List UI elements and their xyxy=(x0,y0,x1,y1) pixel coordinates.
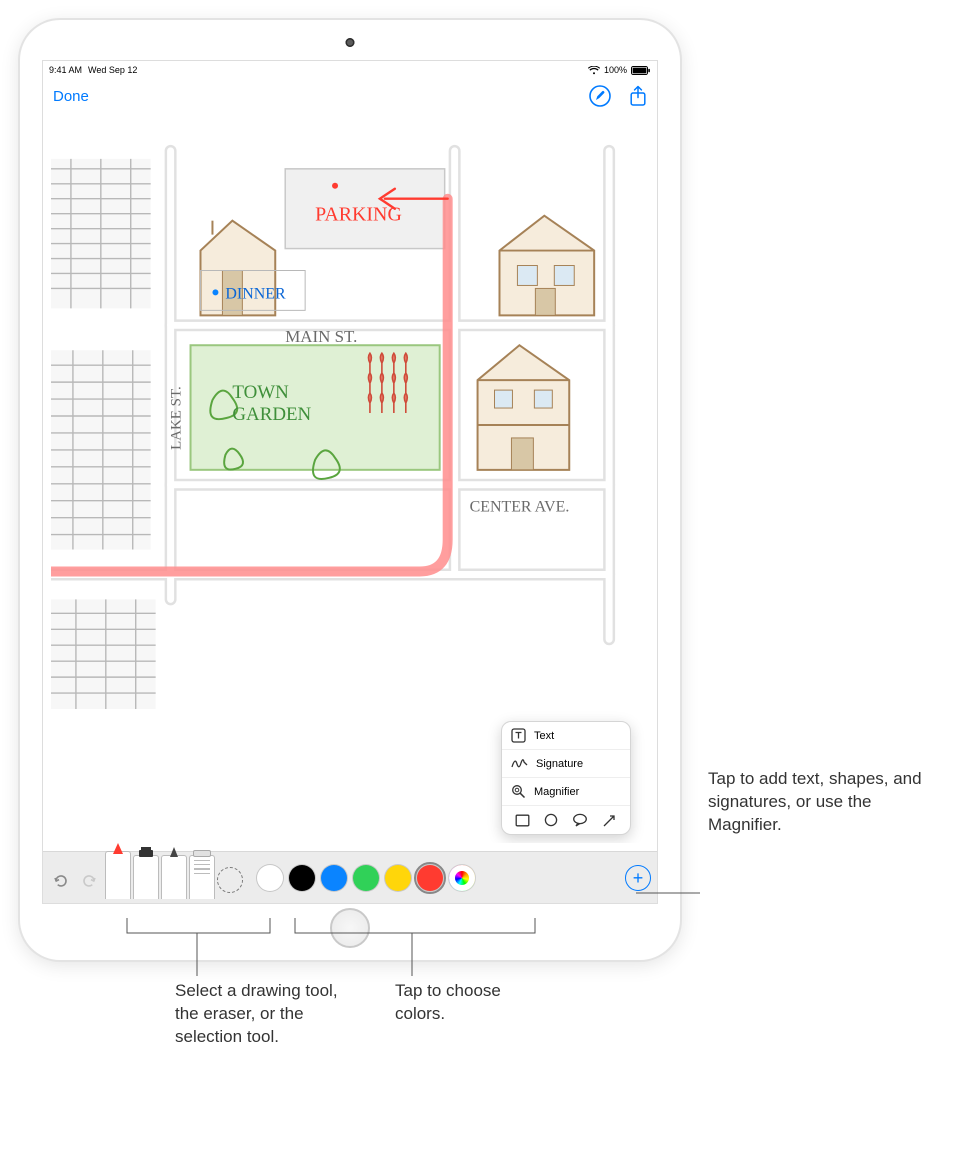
status-battery-text: 100% xyxy=(604,65,627,75)
popover-shape-arrow[interactable] xyxy=(602,813,617,828)
callout-colors: Tap to choose colors. xyxy=(395,980,545,1026)
done-button[interactable]: Done xyxy=(53,88,89,105)
popover-item-text[interactable]: Text xyxy=(502,722,630,750)
popover-label: Text xyxy=(534,730,554,742)
popover-item-signature[interactable]: Signature xyxy=(502,750,630,778)
color-swatch[interactable] xyxy=(353,865,379,891)
sketch-label-town: TOWN xyxy=(232,382,289,403)
color-swatch[interactable] xyxy=(257,865,283,891)
popover-shape-circle[interactable] xyxy=(544,813,558,827)
status-bar: 9:41 AM Wed Sep 12 100% xyxy=(43,61,657,79)
ipad-device-frame: 9:41 AM Wed Sep 12 100% Done xyxy=(20,20,680,960)
color-swatch[interactable] xyxy=(417,865,443,891)
status-time: 9:41 AM xyxy=(49,65,82,75)
color-swatch[interactable] xyxy=(289,865,315,891)
add-object-popover: Text Signature Magnifier xyxy=(501,721,631,835)
color-wheel-button[interactable] xyxy=(449,865,475,891)
sketch-label-parking: PARKING xyxy=(315,204,402,226)
markup-toolbar: + xyxy=(43,851,657,903)
device-camera xyxy=(346,38,355,47)
tool-marker[interactable] xyxy=(105,851,131,899)
share-icon[interactable] xyxy=(629,85,647,107)
home-button[interactable] xyxy=(330,908,370,948)
status-date: Wed Sep 12 xyxy=(88,65,137,75)
sketch-label-main-st: MAIN ST. xyxy=(285,327,357,346)
callout-add-object: Tap to add text, shapes, and signatures,… xyxy=(708,768,938,837)
screen: 9:41 AM Wed Sep 12 100% Done xyxy=(42,60,658,904)
color-group xyxy=(257,865,475,891)
tool-eraser[interactable] xyxy=(189,855,215,899)
nav-bar: Done xyxy=(43,79,657,113)
tool-highlighter[interactable] xyxy=(133,855,159,899)
popover-shape-rect[interactable] xyxy=(515,814,530,827)
battery-icon xyxy=(631,66,651,75)
wifi-icon xyxy=(588,66,600,75)
color-swatch[interactable] xyxy=(321,865,347,891)
markup-pen-icon[interactable] xyxy=(589,85,611,107)
sketch-label-center-ave: CENTER AVE. xyxy=(470,499,570,516)
tool-pencil[interactable] xyxy=(161,855,187,899)
color-swatch[interactable] xyxy=(385,865,411,891)
drawing-tool-group xyxy=(105,851,243,899)
popover-item-magnifier[interactable]: Magnifier xyxy=(502,778,630,806)
popover-label: Signature xyxy=(536,758,583,770)
redo-button[interactable] xyxy=(77,869,101,893)
drawing-canvas[interactable]: PARKING DINNER MAIN ST. TOWN GARDEN LAKE… xyxy=(51,121,649,843)
popover-shapes-row xyxy=(502,806,630,834)
popover-label: Magnifier xyxy=(534,786,579,798)
popover-shape-speech[interactable] xyxy=(572,813,588,827)
add-object-button[interactable]: + xyxy=(625,865,651,891)
callout-tools: Select a drawing tool, the eraser, or th… xyxy=(175,980,345,1049)
sketch-label-lake-st: LAKE ST. xyxy=(169,386,185,450)
undo-button[interactable] xyxy=(49,869,73,893)
tool-lasso[interactable] xyxy=(217,867,243,893)
sketch-label-garden: GARDEN xyxy=(232,404,311,425)
sketch-label-dinner: DINNER xyxy=(225,285,286,302)
